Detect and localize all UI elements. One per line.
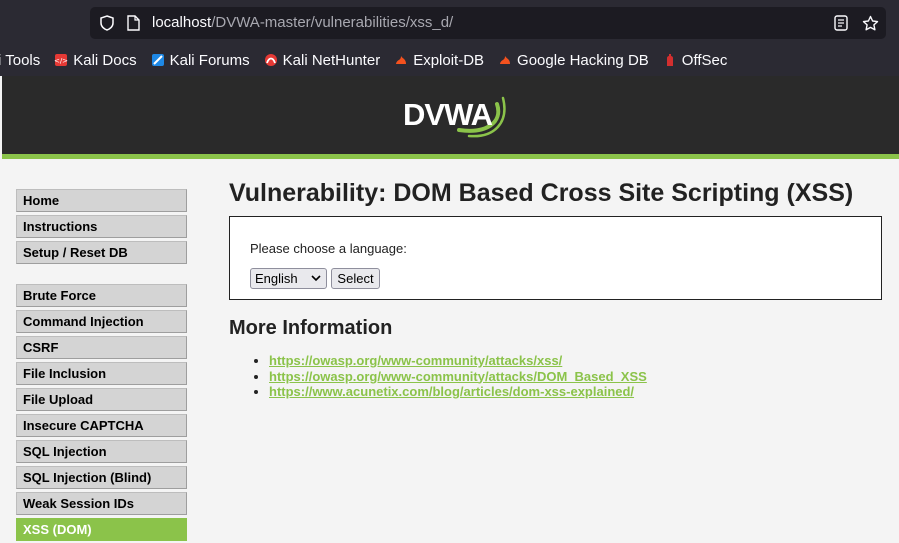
bookmark-ghdb[interactable]: Google Hacking DB (498, 44, 649, 76)
bookmark-kali-forums[interactable]: Kali Forums (151, 44, 250, 76)
url-bar[interactable]: localhost/DVWA-master/vulnerabilities/xs… (90, 7, 886, 39)
language-select-value: English (255, 271, 298, 286)
bookmark-label: Kali NetHunter (282, 51, 381, 69)
more-info-links: https://owasp.org/www-community/attacks/… (269, 353, 647, 400)
bookmarks-bar: i Tools </> Kali Docs Kali Forums Kali N… (0, 44, 899, 76)
dvwa-logo: DVWA (399, 84, 511, 148)
link-acunetix-dom-xss[interactable]: https://www.acunetix.com/blog/articles/d… (269, 384, 634, 399)
url-host: localhost (152, 14, 212, 31)
menu-item-file-inclusion[interactable]: File Inclusion (16, 362, 187, 385)
menu-item-setup-reset-db[interactable]: Setup / Reset DB (16, 241, 187, 264)
vulnerable-code-area: Please choose a language: English Select (229, 216, 882, 300)
url-path: /DVWA-master/vulnerabilities/xss_d/ (211, 14, 454, 31)
bookmark-label: OffSec (681, 51, 728, 69)
menu-item-sql-injection[interactable]: SQL Injection (16, 440, 187, 463)
menu-item-weak-session-ids[interactable]: Weak Session IDs (16, 492, 187, 515)
menu-item-brute-force[interactable]: Brute Force (16, 284, 187, 307)
side-menu: Home Instructions Setup / Reset DB Brute… (16, 189, 187, 543)
page: DVWA Home Instructions Setup / Reset DB … (0, 76, 899, 543)
offsec-icon (663, 53, 677, 67)
kali-docs-icon: </> (54, 53, 68, 67)
menu-item-csrf[interactable]: CSRF (16, 336, 187, 359)
menu-item-command-injection[interactable]: Command Injection (16, 310, 187, 333)
menu-item-file-upload[interactable]: File Upload (16, 388, 187, 411)
menu-divider (16, 267, 187, 284)
link-owasp-dom-xss[interactable]: https://owasp.org/www-community/attacks/… (269, 369, 647, 384)
exploit-db-icon (394, 53, 408, 67)
logo-text: DVWA (403, 97, 493, 132)
bookmark-label: i Tools (0, 51, 41, 69)
menu-item-sql-injection-blind[interactable]: SQL Injection (Blind) (16, 466, 187, 489)
bookmark-star-icon[interactable] (860, 7, 880, 39)
menu-item-instructions[interactable]: Instructions (16, 215, 187, 238)
bookmark-label: Google Hacking DB (517, 51, 649, 69)
page-info-icon[interactable] (124, 7, 142, 39)
svg-text:</>: </> (54, 57, 68, 65)
chevron-down-icon (311, 269, 321, 293)
language-prompt: Please choose a language: (250, 241, 407, 256)
ghdb-icon (498, 53, 512, 67)
bookmark-label: Kali Forums (169, 51, 250, 69)
bookmark-kali-docs[interactable]: </> Kali Docs (54, 44, 136, 76)
reader-view-icon[interactable] (832, 7, 850, 39)
bookmark-kali-tools[interactable]: i Tools (0, 44, 40, 76)
url-text[interactable]: localhost/DVWA-master/vulnerabilities/xs… (152, 7, 453, 39)
kali-nethunter-icon (264, 53, 278, 67)
bookmark-exploit-db[interactable]: Exploit-DB (394, 44, 484, 76)
page-title: Vulnerability: DOM Based Cross Site Scri… (229, 179, 854, 207)
main-content: Vulnerability: DOM Based Cross Site Scri… (229, 176, 889, 399)
link-owasp-xss[interactable]: https://owasp.org/www-community/attacks/… (269, 353, 562, 368)
dvwa-header: DVWA (2, 76, 899, 159)
list-item: https://owasp.org/www-community/attacks/… (269, 369, 647, 385)
select-button[interactable]: Select (331, 268, 380, 289)
browser-toolbar: localhost/DVWA-master/vulnerabilities/xs… (0, 0, 899, 44)
list-item: https://owasp.org/www-community/attacks/… (269, 353, 647, 369)
language-select[interactable]: English (250, 268, 327, 289)
bookmark-label: Kali Docs (73, 51, 137, 69)
shield-icon[interactable] (98, 7, 116, 39)
menu-item-insecure-captcha[interactable]: Insecure CAPTCHA (16, 414, 187, 437)
menu-item-xss-dom[interactable]: XSS (DOM) (16, 518, 187, 541)
bookmark-kali-nethunter[interactable]: Kali NetHunter (264, 44, 381, 76)
more-info-heading: More Information (229, 317, 393, 339)
bookmark-label: Exploit-DB (413, 51, 485, 69)
menu-item-home[interactable]: Home (16, 189, 187, 212)
list-item: https://www.acunetix.com/blog/articles/d… (269, 384, 647, 400)
kali-forums-icon (151, 53, 165, 67)
bookmark-offsec[interactable]: OffSec (663, 44, 728, 76)
